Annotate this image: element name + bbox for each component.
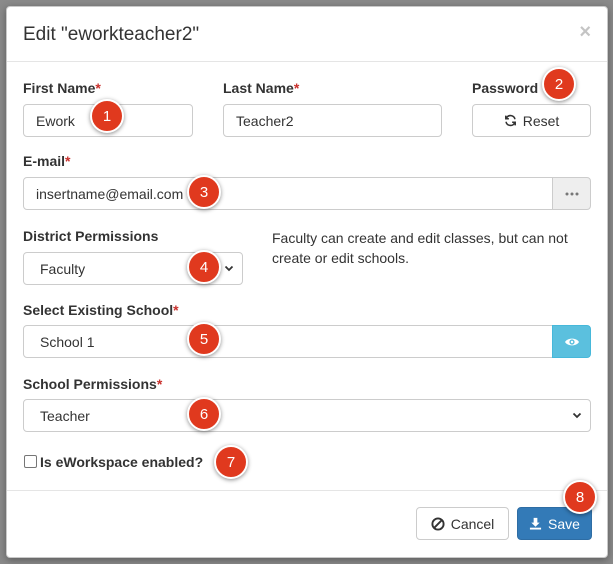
school-label: Select Existing School* [23,302,179,318]
first-name-value: Ework [36,113,75,129]
school-permissions-label: School Permissions* [23,376,162,392]
ellipsis-icon [565,192,578,195]
eworkspace-checkbox[interactable] [24,455,37,468]
callout-badge-8: 8 [563,480,597,514]
callout-badge-6: 6 [187,397,221,431]
last-name-label: Last Name* [223,80,299,96]
required-marker: * [95,80,101,96]
callout-badge-3: 3 [187,175,221,209]
password-label: Password [472,80,539,96]
last-name-label-text: Last Name [223,80,294,96]
first-name-label: First Name* [23,80,101,96]
school-permissions-label-text: School Permissions [23,376,157,392]
callout-badge-1: 1 [90,99,124,133]
district-permissions-value: Faculty [40,261,86,277]
cancel-label: Cancel [450,515,495,532]
district-permissions-help: Faculty can create and edit classes, but… [272,230,568,266]
chevron-down-icon [224,265,234,272]
download-icon [529,517,542,530]
required-marker: * [173,302,179,318]
reset-label: Reset [522,112,560,129]
first-name-label-text: First Name [23,80,96,96]
footer-divider [7,490,607,491]
school-input[interactable]: School 1 [23,325,553,358]
school-label-text: Select Existing School [23,302,174,318]
callout-badge-4: 4 [187,250,221,284]
refresh-icon [504,114,516,127]
modal-header: Edit "eworkteacher2" × [7,7,607,62]
required-marker: * [293,80,300,96]
email-label: E-mail* [23,153,70,169]
close-icon[interactable]: × [579,22,591,42]
school-value: School 1 [40,334,95,350]
cancel-button[interactable]: Cancel [416,507,509,540]
school-permissions-select[interactable]: Teacher [23,399,591,432]
required-marker: * [65,153,71,169]
view-school-button[interactable] [552,325,591,358]
callout-badge-2: 2 [542,67,576,101]
last-name-input[interactable]: Teacher2 [223,104,442,137]
reset-password-button[interactable]: Reset [472,104,591,137]
last-name-value: Teacher2 [236,113,294,129]
email-options-button[interactable] [552,177,591,210]
eworkspace-label[interactable]: Is eWorkspace enabled? [40,454,203,470]
required-marker: * [156,376,163,392]
callout-badge-7: 7 [214,445,248,479]
email-value: insertname@email.com [36,186,184,202]
modal-title: Edit "eworkteacher2" [23,24,200,45]
callout-badge-5: 5 [187,322,221,356]
school-permissions-value: Teacher [40,408,90,424]
edit-user-modal: Edit "eworkteacher2" × First Name* Ework… [6,6,608,558]
eye-icon [564,338,579,345]
district-permissions-label: District Permissions [23,228,159,244]
ban-icon [431,516,445,531]
email-input[interactable]: insertname@email.com [23,177,553,210]
save-label: Save [548,515,580,532]
email-label-text: E-mail [23,153,66,169]
chevron-down-icon [572,412,582,419]
